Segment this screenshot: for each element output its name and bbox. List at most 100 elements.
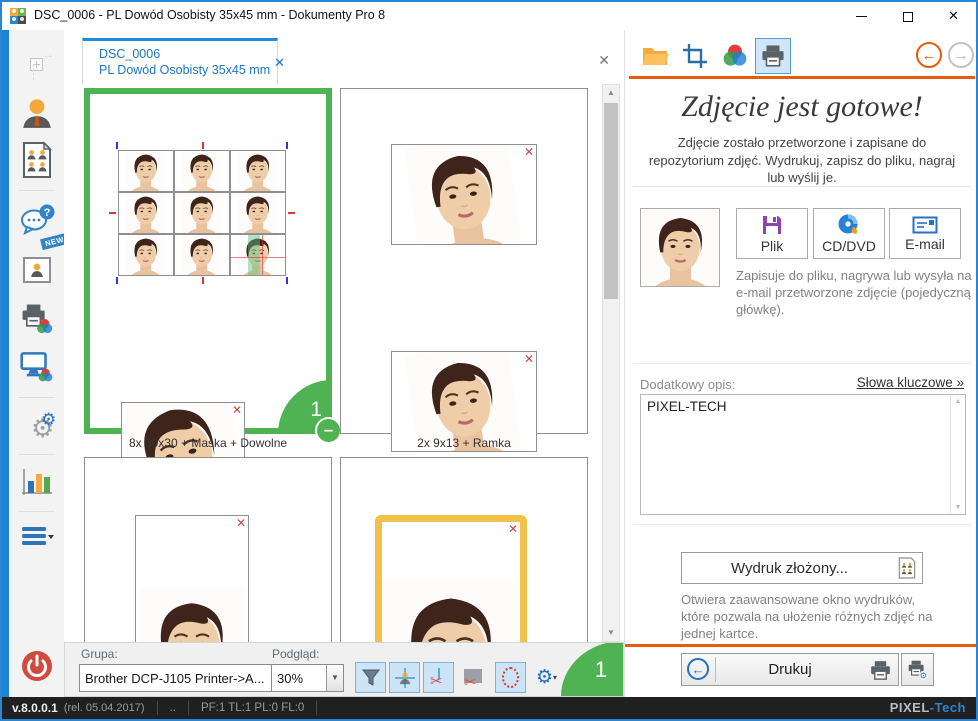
- sidebar-item-new-photo[interactable]: [9, 90, 64, 136]
- portrait-photo: [382, 526, 520, 642]
- envelope-icon: [912, 215, 938, 235]
- sidebar-item-statistics[interactable]: [9, 461, 64, 505]
- scroll-down-icon[interactable]: ▼: [951, 504, 965, 511]
- back-circle-button[interactable]: ←: [687, 658, 709, 680]
- print-settings-button[interactable]: ⚙: [901, 653, 934, 686]
- cut-disabled-button[interactable]: ✂: [457, 662, 488, 693]
- minimize-button[interactable]: [839, 2, 884, 30]
- app-window: DSC_0006 - PL Dowód Osobisty 35x45 mm - …: [0, 0, 978, 721]
- sidebar: → ?: [9, 30, 64, 697]
- print-page[interactable]: ✕: [84, 457, 332, 642]
- sidebar-item-exit[interactable]: [9, 649, 64, 683]
- workspace: DSC_0006 PL Dowód Osobisty 35x45 mm ✕ ✕: [64, 30, 624, 697]
- person-icon: [20, 96, 54, 130]
- logo-pixel: PIXEL: [890, 700, 930, 715]
- printer-color-icon: [20, 302, 54, 336]
- printer-gear-icon: ⚙: [907, 659, 929, 681]
- tab-labels: DSC_0006 PL Dowód Osobisty 35x45 mm: [99, 47, 270, 78]
- composite-print-button[interactable]: Wydruk złożony...: [681, 552, 923, 584]
- description-textarea[interactable]: PIXEL-TECH ▲ ▼: [640, 394, 966, 515]
- preview-settings-button[interactable]: ⚙ ▾: [531, 662, 562, 693]
- open-file-button[interactable]: [637, 38, 673, 74]
- scroll-down-icon[interactable]: ▼: [603, 625, 619, 641]
- crosshair-line: [231, 257, 285, 258]
- remove-photo-icon[interactable]: ✕: [524, 352, 534, 366]
- tab-close-icon[interactable]: ✕: [274, 55, 285, 71]
- scrollbar-thumb[interactable]: [604, 103, 618, 299]
- tab-bar: DSC_0006 PL Dowód Osobisty 35x45 mm ✕ ✕: [64, 30, 624, 84]
- app-icon-tile: [18, 8, 26, 16]
- scroll-up-icon[interactable]: ▲: [951, 398, 965, 405]
- sidebar-item-print-layouts[interactable]: [9, 136, 64, 184]
- print-button-label: Drukuj: [768, 661, 811, 678]
- remove-photo-icon[interactable]: ✕: [232, 403, 242, 417]
- auto-crop-button[interactable]: [389, 662, 420, 693]
- left-accent-strip: [2, 30, 9, 697]
- print-mode-button[interactable]: [755, 38, 791, 74]
- sidebar-item-display-color[interactable]: [9, 343, 64, 391]
- dropdown-arrow-icon[interactable]: ▼: [326, 665, 343, 691]
- photo-cell: [230, 150, 286, 192]
- portrait-photo: [138, 524, 246, 642]
- thumbnails-scrollbar[interactable]: ▲ ▼: [602, 84, 620, 642]
- description-label: Dodatkowy opis:: [640, 377, 735, 392]
- filter-button[interactable]: [355, 662, 386, 693]
- crop-mark: [116, 277, 118, 284]
- send-email-button[interactable]: E-mail: [889, 208, 961, 259]
- scissors-gray-icon: ✂: [462, 667, 484, 689]
- file-button-label: Plik: [761, 238, 784, 254]
- remove-photo-icon[interactable]: ✕: [524, 145, 534, 159]
- bottom-toolbar: Grupa: Brother DCP-J105 Printer->A... ▼ …: [64, 642, 624, 697]
- back-arrow-icon: ←: [922, 47, 937, 64]
- status-dots: ..: [170, 702, 176, 714]
- sidebar-item-menu[interactable]: [9, 518, 64, 558]
- right-panel: ← → Zdjęcie jest gotowe! Zdjęcie zostało…: [624, 30, 978, 697]
- remove-photo-icon[interactable]: ✕: [236, 516, 246, 530]
- remove-photo-icon[interactable]: ✕: [508, 522, 518, 536]
- burn-cd-button[interactable]: CD/DVD: [813, 208, 885, 259]
- version-text: v.8.0.0.1: [12, 701, 58, 715]
- save-file-button[interactable]: Plik: [736, 208, 808, 259]
- document-people-icon: [20, 141, 54, 179]
- crop-tool-button[interactable]: [677, 38, 713, 74]
- svg-text:✂: ✂: [430, 673, 443, 689]
- add-tab-icon[interactable]: →: [9, 44, 64, 84]
- printer-icon: [869, 659, 892, 682]
- nav-forward-button[interactable]: →: [948, 42, 974, 68]
- zoom-select[interactable]: 30% ▼: [271, 664, 344, 692]
- close-button[interactable]: ✕: [931, 2, 976, 30]
- cut-enabled-button[interactable]: ✂: [423, 662, 454, 693]
- sidebar-item-new-crop[interactable]: NEW: [9, 243, 64, 295]
- workspace-close-icon[interactable]: ✕: [598, 52, 610, 69]
- svg-text:?: ?: [43, 207, 50, 219]
- app-icon: [10, 8, 26, 24]
- tab-subtitle: PL Dowód Osobisty 35x45 mm: [99, 63, 270, 79]
- textarea-scrollbar[interactable]: ▲ ▼: [950, 395, 965, 514]
- highlight-band: [248, 234, 260, 276]
- scroll-up-icon[interactable]: ▲: [603, 85, 619, 101]
- bar-chart-icon: [20, 467, 54, 499]
- printer-group-select[interactable]: Brother DCP-J105 Printer->A... ▼: [79, 664, 295, 692]
- color-correction-button[interactable]: [717, 38, 753, 74]
- status-counters: PF:1 TL:1 PL:0 FL:0: [201, 702, 304, 714]
- print-page[interactable]: ✕ ✕: [340, 88, 588, 434]
- maximize-button[interactable]: [885, 2, 930, 30]
- document-people-icon: [897, 556, 917, 580]
- print-page-selected[interactable]: ✕ PIXEL-TECH 1 –: [84, 88, 332, 434]
- svg-text:⚙: ⚙: [919, 670, 927, 680]
- cd-button-label: CD/DVD: [822, 238, 876, 254]
- mask-ellipse-button[interactable]: [495, 662, 526, 693]
- keywords-link[interactable]: Słowa kluczowe »: [857, 375, 964, 390]
- print-page[interactable]: ✕: [340, 457, 588, 642]
- divider: [19, 511, 55, 512]
- printer-icon: [760, 43, 786, 69]
- divider: [19, 454, 55, 455]
- nav-back-button[interactable]: ←: [916, 42, 942, 68]
- divider: [188, 701, 189, 715]
- sidebar-item-settings[interactable]: ⚙ ⚙: [9, 404, 64, 448]
- tab-dsc-0006[interactable]: DSC_0006 PL Dowód Osobisty 35x45 mm ✕: [82, 38, 278, 84]
- print-button[interactable]: ← Drukuj: [681, 653, 899, 686]
- crop-mark: [380, 515, 382, 521]
- plus-square-icon: [30, 58, 43, 71]
- sidebar-item-print-color[interactable]: [9, 295, 64, 343]
